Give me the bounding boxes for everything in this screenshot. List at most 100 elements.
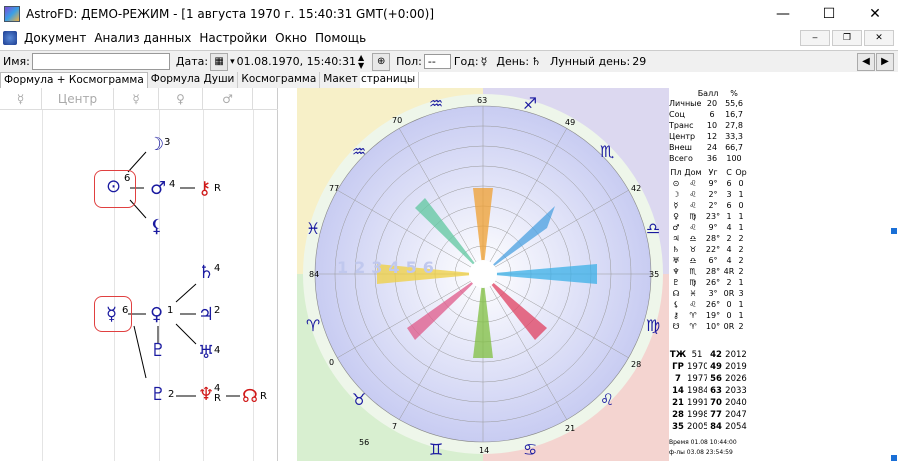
tab-soul-formula[interactable]: Формула Души (148, 72, 239, 88)
title-bar: AstroFD: ДЕМО-РЕЖИМ - [1 августа 1970 г.… (0, 0, 898, 28)
svg-text:♊: ♊ (429, 440, 443, 459)
planet-cell: 1 (738, 300, 744, 309)
blank-area (747, 88, 898, 461)
planet-cell: ♂ (672, 223, 680, 232)
year-cell: 2054 (725, 422, 747, 432)
maximize-button[interactable]: ☐ (806, 0, 852, 28)
mdi-close-button[interactable]: ✕ (864, 30, 894, 46)
lunar-value: 29 (632, 55, 647, 68)
year-cell: 77 (710, 410, 722, 420)
year-row: ТЖ 51 42 2012 (669, 350, 747, 362)
moon-score: 3 (164, 137, 171, 148)
planet-cell: 26° (705, 300, 721, 309)
stat-percent: 33,3 (725, 132, 743, 141)
calendar-icon[interactable]: ▦ (210, 52, 229, 71)
menu-document[interactable]: Документ (20, 31, 90, 45)
planet-cell: ♓ (689, 289, 697, 298)
planet-cell: 2 (738, 256, 744, 265)
close-button[interactable]: ✕ (852, 0, 898, 28)
next-button[interactable]: ▶ (876, 52, 894, 71)
planet-cell: ♆ (672, 267, 680, 276)
svg-text:♏: ♏ (600, 142, 614, 161)
planet-cell: 3° (708, 289, 718, 298)
mdi-minimize-button[interactable]: ‒ (800, 30, 830, 46)
stat-percent: 27,8 (725, 121, 743, 130)
day-label: День: (496, 55, 530, 68)
date-label: Дата: (175, 55, 209, 68)
stat-score: 12 (706, 132, 718, 141)
menu-analysis[interactable]: Анализ данных (90, 31, 195, 45)
planet-cell: 0 (738, 201, 744, 210)
stat-label: Личные (669, 99, 702, 108)
resize-handle[interactable] (891, 228, 897, 234)
minimize-button[interactable]: — (760, 0, 806, 28)
year-cell: 63 (710, 386, 722, 396)
year-cell: 51 (691, 350, 703, 360)
planet-cell: 0R (723, 289, 735, 298)
degree-label: 77 (329, 184, 340, 193)
name-input[interactable] (31, 53, 170, 70)
stat-score: 36 (706, 154, 718, 163)
menu-help[interactable]: Помощь (311, 31, 370, 45)
planet-cell: ☽ (672, 190, 680, 199)
year-row: 35 2005 84 2054 (669, 422, 747, 434)
degree-label: 0 (329, 358, 335, 367)
planet-cell: 6 (726, 179, 732, 188)
date-value[interactable]: 01.08.1970, 15:40:31 (237, 55, 356, 68)
planet-row: ♃ ♎ 28° 2 2 (669, 234, 747, 244)
degree-label: 21 (565, 424, 576, 433)
year-glyph: ☿ (480, 55, 488, 68)
mars-score: 4 (169, 179, 176, 190)
tab-cosmogram[interactable]: Космограмма (238, 72, 321, 88)
planet-cell: 2 (738, 267, 744, 276)
mars-icon: ♂ (150, 178, 167, 199)
menu-settings[interactable]: Настройки (195, 31, 271, 45)
stat-label: Соц (669, 110, 685, 119)
year-cell: 14 (672, 386, 684, 396)
year-row: 14 1984 63 2033 (669, 386, 747, 398)
node-retro: R (260, 391, 267, 402)
venus-icon: ♀ (150, 304, 164, 325)
svg-text:♍: ♍ (646, 316, 660, 335)
formula-pane: ☿ Центр ☿ ♀ ♂ ☽ 3 ⊙ 6 ♂ 4 ⚷ R ⚸ ♄ 4 ☿ 6 … (0, 88, 278, 461)
svg-text:♎: ♎ (646, 219, 660, 238)
cosmogram-chart[interactable]: ♒ ♐ ♏ ♎ ♍ ♌ ♋ ♊ ♉ ♈ ♓ ♒ 63 70 77 84 0 7 14 21 … (297, 88, 669, 461)
phead: Ор (735, 168, 747, 177)
planet-cell: ♃ (672, 234, 680, 243)
stat-label: Внеш (669, 143, 692, 152)
planet-cell: 22° (705, 245, 721, 254)
dropdown-arrow-icon[interactable]: ▾ (230, 57, 235, 67)
year-cell: 28 (672, 410, 684, 420)
mercury-score: 6 (122, 305, 129, 316)
venus-score: 1 (167, 305, 174, 316)
planet-cell: 19° (705, 311, 721, 320)
planet-cell: ♄ (672, 245, 680, 254)
planet-cell: 9° (708, 179, 718, 188)
pluto-small-icon: ♇ (150, 340, 167, 361)
year-cell: 2033 (725, 386, 747, 396)
svg-text:♉: ♉ (352, 390, 366, 409)
planet-cell: 9° (708, 223, 718, 232)
sex-select[interactable]: -- (423, 54, 451, 69)
prev-button[interactable]: ◀ (857, 52, 875, 71)
planet-row: ⊙ ♌ 9° 6 0 (669, 179, 747, 189)
col-percent: % (730, 89, 738, 98)
planet-cell: 2 (726, 278, 732, 287)
date-spinner[interactable]: ▲ ▼ (358, 53, 364, 70)
mdi-restore-button[interactable]: ❐ (832, 30, 862, 46)
year-row: ГР 1970 49 2019 (669, 362, 747, 374)
planet-cell: ♌ (689, 223, 697, 232)
tab-formula-cosmogram[interactable]: Формула + Космограмма (0, 72, 148, 88)
planet-cell: 2 (738, 322, 744, 331)
year-cell: 1984 (687, 386, 707, 396)
degree-label: 70 (392, 116, 403, 125)
planet-cell: 4 (726, 256, 732, 265)
planet-cell: 3 (738, 289, 744, 298)
node-icon: ☊ (242, 386, 258, 407)
planet-cell: 4R (723, 267, 735, 276)
globe-icon[interactable]: ⊕ (372, 52, 391, 71)
resize-handle[interactable] (891, 455, 897, 461)
tab-page-layout[interactable]: Макет страницы (320, 72, 420, 88)
menu-window[interactable]: Окно (271, 31, 311, 45)
planet-cell: 1 (738, 190, 744, 199)
